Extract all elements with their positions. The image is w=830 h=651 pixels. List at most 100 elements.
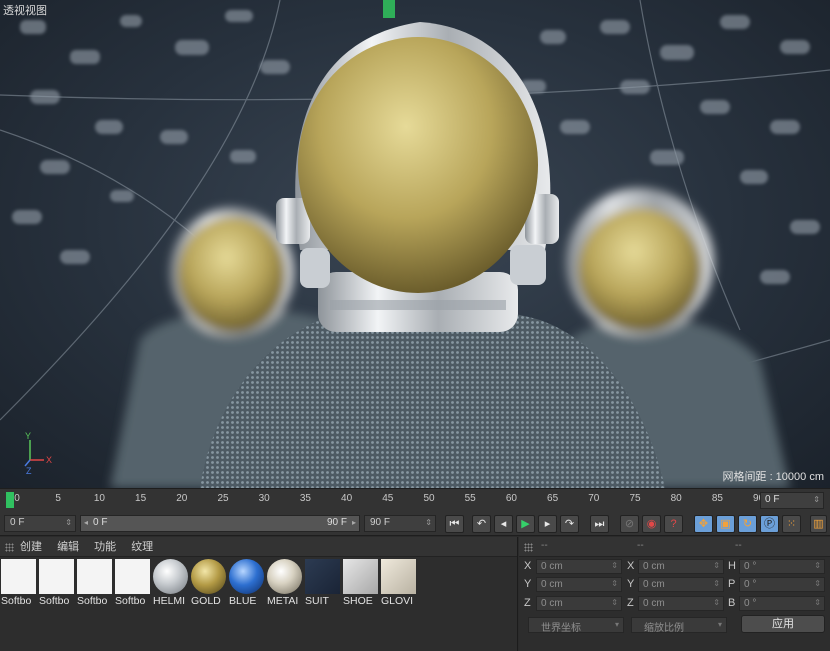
prev-keyframe-button[interactable]: ↶ — [472, 515, 491, 533]
material-swatch[interactable]: SUIT — [305, 559, 342, 611]
material-swatch[interactable]: SHOE — [343, 559, 380, 611]
material-name: SHOE — [343, 595, 373, 607]
material-swatch[interactable]: METAI — [267, 559, 304, 611]
stepper-arrows-icon[interactable]: ⇕ — [65, 518, 72, 527]
key-icon: ⊘ — [624, 518, 635, 530]
coord-value-field[interactable]: 0 cm ⇕ — [536, 577, 622, 592]
coord-axis-label: B — [728, 597, 736, 609]
menu-texture[interactable]: 纹理 — [131, 537, 153, 557]
record-button[interactable]: ◉ — [642, 515, 661, 533]
material-swatch[interactable]: Softbo — [39, 559, 76, 611]
coord-value-field[interactable]: 0 cm ⇕ — [536, 596, 622, 611]
stepper-arrows-icon[interactable]: ⇕ — [814, 579, 821, 588]
coord-value: 0 cm — [643, 598, 665, 609]
range-left-arrow-icon[interactable]: ◂ — [84, 518, 88, 527]
material-preview-icon — [229, 559, 264, 594]
coord-value-field[interactable]: 0 ° ⇕ — [739, 596, 825, 611]
apply-button[interactable]: 应用 — [741, 615, 825, 633]
frame-tick-label: 10 — [93, 493, 105, 504]
point-level-button[interactable]: ⁙ — [782, 515, 801, 533]
material-preview-icon — [77, 559, 112, 594]
scale-mode-dropdown[interactable]: 缩放比例 ▾ — [631, 617, 727, 634]
stepper-arrows-icon[interactable]: ⇕ — [611, 561, 618, 570]
play-button[interactable]: ▶ — [516, 515, 535, 533]
start-frame-value: 0 F — [10, 517, 25, 528]
material-name: SUIT — [305, 595, 329, 607]
coord-axis-label: Z — [627, 597, 634, 609]
frame-ruler[interactable]: 0 5 10 15 20 25 30 35 40 45 50 55 60 65 70 75 80 85 90 — [4, 489, 764, 513]
record-rotation-button[interactable]: ↻ — [738, 515, 757, 533]
stepper-arrows-icon[interactable]: ⇕ — [425, 518, 432, 527]
stepper-arrows-icon[interactable]: ⇕ — [611, 598, 618, 607]
coord-value: 0 cm — [643, 579, 665, 590]
material-swatch[interactable]: GOLD — [191, 559, 228, 611]
end-frame-field[interactable]: 90 F ⇕ — [364, 515, 436, 532]
stepper-arrows-icon[interactable]: ⇕ — [813, 495, 820, 504]
material-preview-icon — [343, 559, 378, 594]
coord-axis-label: X — [627, 560, 635, 572]
viewport-title: 透视视图 — [3, 5, 47, 17]
frame-tick-label: 20 — [176, 493, 188, 504]
next-frame-button[interactable]: ▸ — [538, 515, 557, 533]
record-scale-button[interactable]: ▣ — [716, 515, 735, 533]
menu-edit[interactable]: 编辑 — [57, 537, 79, 557]
range-right-arrow-icon[interactable]: ▸ — [352, 518, 356, 527]
preview-range-slider[interactable]: ◂ 0 F 90 F ▸ — [80, 515, 360, 532]
menu-create[interactable]: 创建 — [20, 537, 42, 557]
record-position-button[interactable]: ✥ — [694, 515, 713, 533]
coord-value-field[interactable]: 0 cm ⇕ — [638, 559, 724, 574]
perspective-viewport[interactable]: 透视视图 Y X Z 网格间距 : 10000 cm — [0, 0, 830, 488]
material-swatch[interactable]: BLUE — [229, 559, 266, 611]
material-swatch[interactable]: GLOVI — [381, 559, 418, 611]
coords-header-size: -- — [637, 540, 644, 551]
timeline-ruler[interactable]: 0 5 10 15 20 25 30 35 40 45 50 55 60 65 70 75 80 85 90 0 F… — [0, 488, 830, 512]
coords-header-rotation: -- — [735, 540, 742, 551]
stepper-arrows-icon[interactable]: ⇕ — [611, 579, 618, 588]
coord-value-field[interactable]: 0 ° ⇕ — [739, 559, 825, 574]
material-swatch[interactable]: Softbo — [77, 559, 114, 611]
material-name: Softbo — [1, 595, 32, 607]
next-keyframe-button[interactable]: ↷ — [560, 515, 579, 533]
record-icon: ◉ — [646, 518, 657, 530]
stepper-arrows-icon[interactable]: ⇕ — [713, 598, 720, 607]
panel-grip-icon[interactable] — [524, 543, 533, 552]
coord-value-field[interactable]: 0 cm ⇕ — [638, 577, 724, 592]
frame-tick-label: 60 — [505, 493, 517, 504]
coord-value-field[interactable]: 0 ° ⇕ — [739, 577, 825, 592]
go-to-end-button[interactable]: ⏭ — [590, 515, 609, 533]
material-swatch[interactable]: Softbo — [115, 559, 152, 611]
prev-frame-button[interactable]: ◂ — [494, 515, 513, 533]
material-name: Softbo — [39, 595, 70, 607]
scale-mode-value: 缩放比例 — [644, 623, 684, 634]
stepper-arrows-icon[interactable]: ⇕ — [713, 561, 720, 570]
current-frame-field[interactable]: 0 F ⇕ — [760, 492, 824, 509]
frame-tick-label: 25 — [217, 493, 229, 504]
material-preview-icon — [191, 559, 226, 594]
playhead-marker[interactable] — [6, 492, 14, 508]
coord-value-field[interactable]: 0 cm ⇕ — [536, 559, 622, 574]
stepper-arrows-icon[interactable]: ⇕ — [814, 598, 821, 607]
coord-value: 0 ° — [744, 579, 757, 590]
timeline-window-button[interactable]: ▥ — [810, 515, 827, 533]
go-to-start-button[interactable]: ⏮ — [445, 515, 464, 533]
film-icon: ▥ — [813, 518, 824, 530]
stepper-arrows-icon[interactable]: ⇕ — [814, 561, 821, 570]
axis-y-label: Y — [25, 431, 31, 441]
menu-function[interactable]: 功能 — [94, 537, 116, 557]
stepper-arrows-icon[interactable]: ⇕ — [713, 579, 720, 588]
record-parameter-button[interactable]: Ⓟ — [760, 515, 779, 533]
material-swatch[interactable]: Softbo — [1, 559, 38, 611]
panel-grip-icon[interactable] — [5, 543, 14, 552]
keyframe-selection-button[interactable]: ⊘ — [620, 515, 639, 533]
start-frame-field[interactable]: 0 F ⇕ — [4, 515, 76, 532]
material-swatch[interactable]: HELMI — [153, 559, 190, 611]
material-preview-icon — [153, 559, 188, 594]
coord-value-field[interactable]: 0 cm ⇕ — [638, 596, 724, 611]
autokey-button[interactable]: ? — [664, 515, 683, 533]
parameter-p-icon: Ⓟ — [764, 518, 775, 530]
frame-tick-label: 30 — [258, 493, 270, 504]
coord-axis-label: P — [728, 578, 736, 590]
world-coords-value: 世界坐标 — [541, 623, 581, 634]
range-start-value: 0 F — [93, 517, 108, 528]
world-coords-dropdown[interactable]: 世界坐标 ▾ — [528, 617, 624, 634]
